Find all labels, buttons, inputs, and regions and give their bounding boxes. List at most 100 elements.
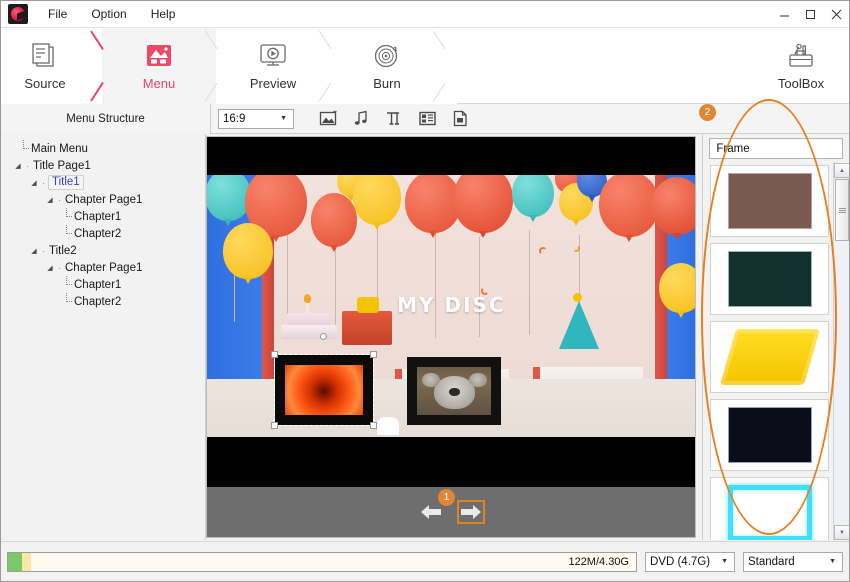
chapter-thumbnail-koala[interactable] — [407, 357, 502, 425]
menu-bar: File Option Help — [36, 3, 187, 25]
balloon-string — [435, 233, 437, 338]
expand-arrow-icon[interactable]: ◢ — [13, 162, 23, 170]
resize-handle-bl[interactable] — [271, 422, 279, 429]
tree-label: Chapter1 — [74, 210, 122, 223]
status-bar: 122M/4.30G DVD (4.7G) ▼ Standard ▼ — [1, 541, 849, 581]
frame-option-black[interactable] — [710, 399, 829, 471]
minimize-button[interactable] — [771, 1, 797, 28]
step-divider-source-menu — [89, 28, 115, 104]
tree-dot: · — [58, 194, 61, 205]
chevron-down-icon: ▼ — [829, 558, 836, 565]
background-music-button[interactable] — [351, 108, 372, 129]
balloon-orange — [651, 177, 696, 240]
quality-select[interactable]: Standard ▼ — [743, 551, 843, 572]
frame-option-yellow-diamond[interactable] — [710, 321, 829, 393]
step-tabs: Source Menu Preview Burn — [1, 28, 457, 104]
disc-title-text[interactable]: MY DISC — [207, 293, 695, 317]
frame-button[interactable] — [417, 108, 438, 129]
monitor-play-icon — [260, 44, 286, 66]
application-window: File Option Help Source Menu Preview Bur… — [0, 0, 850, 582]
koala-ear-left — [421, 372, 440, 388]
button-template-button[interactable] — [450, 108, 471, 129]
frame-swatch — [727, 407, 812, 463]
flower-image — [285, 365, 364, 415]
menu-preview-canvas[interactable]: MY DISC — [206, 136, 697, 538]
koala-ear-right — [469, 372, 487, 388]
tab-source-label: Source — [24, 76, 66, 91]
tree-item-title-page1[interactable]: ◢ · Title Page1 — [7, 157, 205, 174]
tab-burn[interactable]: Burn — [343, 28, 431, 104]
resize-handle-tr[interactable] — [370, 351, 378, 358]
menu-option[interactable]: Option — [79, 3, 138, 25]
tree-label: Title2 — [49, 244, 77, 257]
frame-list-scrollbar[interactable]: ▲ ▼ — [833, 163, 849, 540]
frame-option-brown[interactable] — [710, 165, 829, 237]
menu-file[interactable]: File — [36, 3, 79, 25]
expand-arrow-icon[interactable]: ◢ — [29, 179, 39, 187]
expand-arrow-icon[interactable]: ◢ — [29, 247, 39, 255]
chapter-thumbnail-flower[interactable] — [271, 333, 378, 429]
sub-toolbar-right: 16:9 ▼ — [211, 104, 849, 134]
maximize-button[interactable] — [797, 1, 823, 28]
background-image-icon — [319, 110, 337, 126]
tab-preview[interactable]: Preview — [229, 28, 317, 104]
disc-type-select[interactable]: DVD (4.7G) ▼ — [645, 551, 735, 572]
tree-item-chapter1-a[interactable]: Chapter1 — [7, 208, 205, 225]
maximize-icon — [805, 10, 815, 19]
main-body: Main Menu ◢ · Title Page1 ◢ · Title1 ◢ ·… — [1, 134, 849, 540]
chevron-down-icon: ▼ — [280, 115, 287, 122]
ribbon-spacer — [457, 28, 753, 103]
quality-value: Standard — [748, 555, 795, 568]
expand-arrow-icon[interactable]: ◢ — [45, 196, 55, 204]
letterbox-bottom — [207, 437, 696, 487]
resize-handle-tl[interactable] — [271, 351, 279, 358]
menu-template-icon — [147, 45, 171, 66]
text-title-icon — [387, 112, 399, 125]
menu-structure-header: Menu Structure — [1, 103, 211, 134]
tab-source[interactable]: Source — [1, 28, 89, 104]
resize-handle-br[interactable] — [370, 422, 378, 429]
menu-cursor-marker — [377, 417, 400, 435]
close-button[interactable] — [823, 1, 849, 28]
toolbox-icon — [789, 43, 813, 67]
tab-toolbox-label: ToolBox — [777, 75, 825, 91]
tree-item-chapter2-b[interactable]: Chapter2 — [7, 293, 205, 310]
cake-layer-bottom — [281, 325, 338, 339]
background-image-button[interactable] — [318, 108, 339, 129]
tree-item-chapter-page1-b[interactable]: ◢ · Chapter Page1 — [7, 259, 205, 276]
tree-item-chapter1-b[interactable]: Chapter1 — [7, 276, 205, 293]
background-music-icon — [354, 110, 367, 125]
tree-label: Chapter Page1 — [65, 193, 143, 206]
scroll-down-button[interactable]: ▼ — [834, 525, 849, 540]
tree-connector — [19, 140, 30, 157]
tab-menu-label: Menu — [142, 76, 176, 91]
frame-option-dark-teal[interactable] — [710, 243, 829, 315]
tree-item-chapter-page1-a[interactable]: ◢ · Chapter Page1 — [7, 191, 205, 208]
tree-item-title2[interactable]: ◢ · Title2 — [7, 242, 205, 259]
tree-dot: · — [42, 245, 45, 256]
disc-type-value: DVD (4.7G) — [650, 555, 711, 568]
menu-help[interactable]: Help — [139, 3, 188, 25]
frame-swatch — [727, 485, 812, 540]
title-text-button[interactable] — [384, 108, 405, 129]
frame-list — [703, 163, 833, 540]
frame-option-cyan-glow[interactable] — [710, 477, 829, 540]
title-bar: File Option Help — [1, 1, 849, 28]
step-divider-preview-burn — [317, 28, 343, 104]
next-page-button[interactable] — [457, 500, 486, 524]
tab-menu[interactable]: Menu — [115, 28, 203, 104]
tree-item-title1[interactable]: ◢ · Title1 — [7, 174, 205, 191]
tree-dot: · — [26, 160, 29, 171]
tab-toolbox[interactable]: ToolBox — [753, 28, 849, 103]
tree-label: Title Page1 — [33, 159, 91, 172]
expand-arrow-icon[interactable]: ◢ — [45, 264, 55, 272]
scrollbar-thumb[interactable] — [835, 179, 849, 241]
balloon-string — [479, 237, 481, 337]
tree-dot: · — [58, 262, 61, 273]
aspect-ratio-select[interactable]: 16:9 ▼ — [218, 108, 294, 129]
tree-item-chapter2-a[interactable]: Chapter2 — [7, 225, 205, 242]
scroll-up-button[interactable]: ▲ — [834, 163, 849, 178]
close-icon — [831, 9, 841, 20]
step-divider-menu-preview — [203, 28, 229, 104]
tree-item-main-menu[interactable]: Main Menu — [7, 140, 205, 157]
